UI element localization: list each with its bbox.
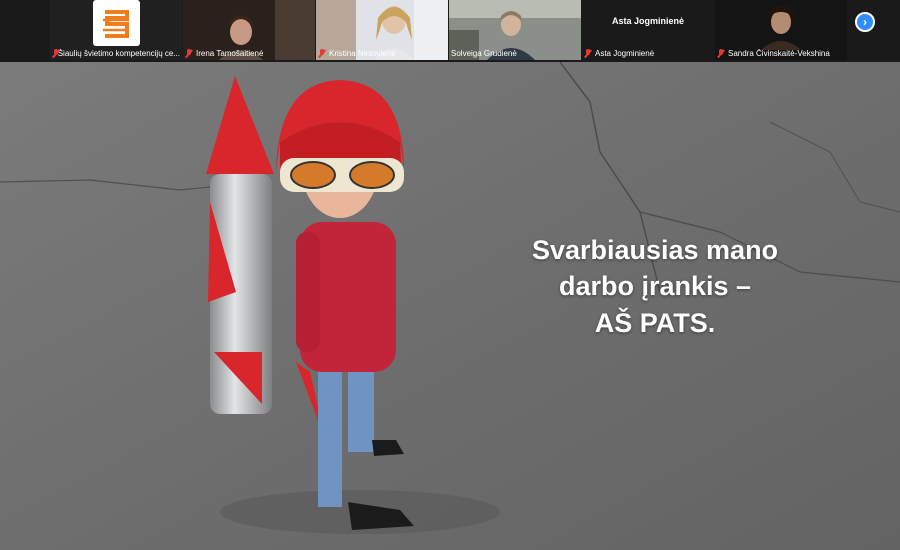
mic-muted-icon bbox=[185, 49, 193, 58]
participant-display-name: Asta Jogminienė bbox=[611, 16, 685, 26]
slide-text-line: AŠ PATS. bbox=[594, 307, 716, 338]
mic-muted-icon bbox=[52, 49, 58, 58]
slide-text-line: Svarbiausias mano bbox=[531, 235, 779, 265]
mic-muted-icon bbox=[318, 49, 326, 58]
participant-strip: Šiaulių švietimo kompetencijų ce... Iren… bbox=[0, 0, 900, 62]
participant-tile[interactable]: Irena Tamošaitienė bbox=[183, 0, 315, 60]
participant-name: Kristina Nesovienė bbox=[318, 49, 396, 58]
participant-name: Sandra Čivinskaitė-Vekshina bbox=[717, 49, 830, 58]
participant-tile[interactable]: Solveiga Grudienė bbox=[449, 0, 581, 60]
mic-muted-icon bbox=[584, 49, 592, 58]
slide-text: Svarbiausias mano darbo įrankis – AŠ PAT… bbox=[505, 232, 805, 341]
participant-tile[interactable]: Kristina Nesovienė bbox=[316, 0, 448, 60]
mic-muted-icon bbox=[717, 49, 725, 58]
participant-tile[interactable]: Šiaulių švietimo kompetencijų ce... bbox=[50, 0, 182, 60]
participant-tile[interactable]: Asta Jogminienė Asta Jogminienė bbox=[582, 0, 714, 60]
next-page-button[interactable]: › bbox=[855, 12, 875, 32]
participant-tile[interactable]: Sandra Čivinskaitė-Vekshina bbox=[715, 0, 847, 60]
chevron-right-icon: › bbox=[863, 15, 867, 29]
organization-logo bbox=[93, 0, 140, 46]
participant-name: Irena Tamošaitienė bbox=[185, 49, 263, 58]
participant-name: Solveiga Grudienė bbox=[451, 49, 517, 58]
shared-screen-slide: Svarbiausias mano darbo įrankis – AŠ PAT… bbox=[0, 62, 900, 550]
participant-name: Asta Jogminienė bbox=[584, 49, 654, 58]
slide-text-line: darbo įrankis – bbox=[558, 271, 752, 302]
participant-name: Šiaulių švietimo kompetencijų ce... bbox=[52, 49, 180, 58]
